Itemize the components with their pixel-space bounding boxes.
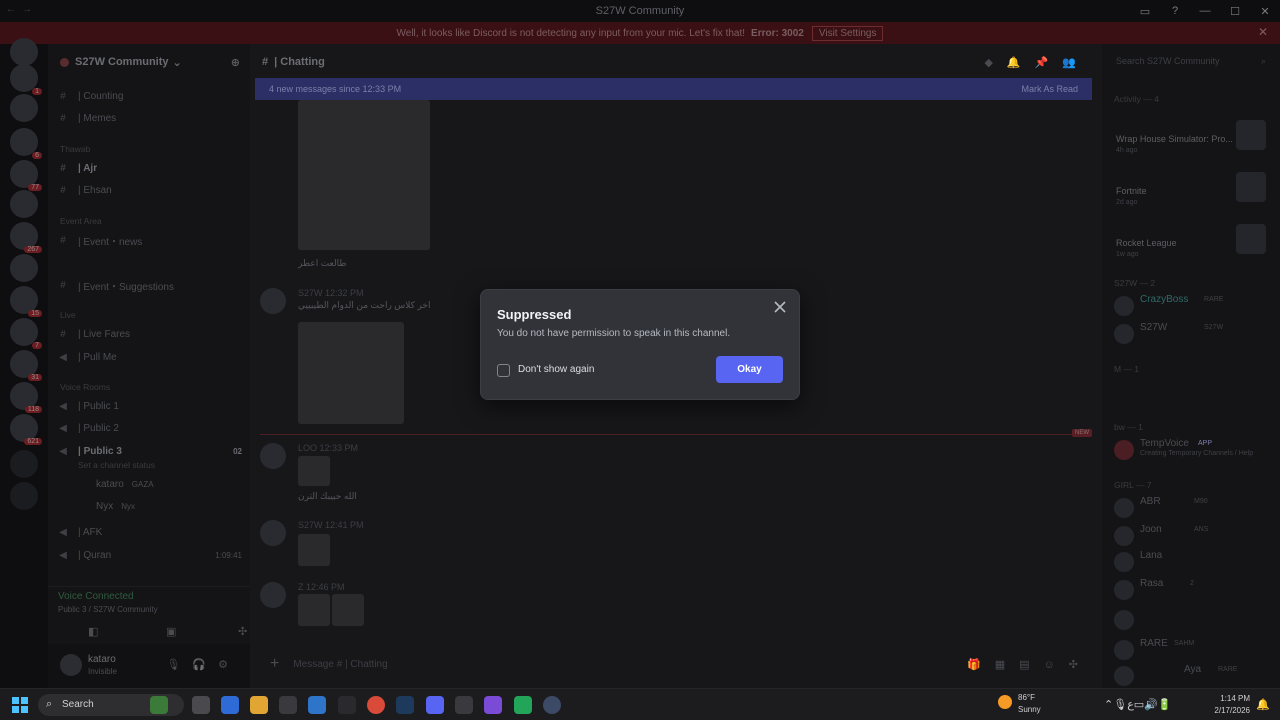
file-explorer-icon[interactable] <box>250 696 268 714</box>
notification-icon[interactable]: 🔔 <box>1256 698 1270 711</box>
system-tray[interactable]: ⌃🎙ع▭🔊🔋 <box>1104 698 1172 711</box>
store-icon[interactable] <box>279 696 297 714</box>
settings-icon[interactable] <box>338 696 356 714</box>
widget-icon[interactable] <box>150 696 168 714</box>
discord-window: ←→ S27W Community ▭ ? — ☐ ✕ Well, it loo… <box>0 0 1280 688</box>
clock[interactable]: 1:14 PM 2/17/2026 <box>1214 693 1250 717</box>
chrome-icon[interactable] <box>367 696 385 714</box>
okay-button[interactable]: Okay <box>716 356 783 383</box>
dont-show-again-label[interactable]: Don't show again <box>518 364 594 375</box>
app-icon[interactable] <box>455 696 473 714</box>
discord-icon[interactable] <box>426 696 444 714</box>
app-icon[interactable] <box>514 696 532 714</box>
game-icon[interactable] <box>484 696 502 714</box>
search-icon: ⌕ <box>46 698 53 710</box>
dialog-title: Suppressed <box>497 307 572 322</box>
copilot-icon[interactable] <box>221 696 239 714</box>
mail-icon[interactable] <box>308 696 326 714</box>
close-icon[interactable] <box>773 300 787 314</box>
start-icon[interactable] <box>12 697 28 713</box>
sun-icon <box>998 695 1012 709</box>
task-view-icon[interactable] <box>192 696 210 714</box>
suppressed-dialog: Suppressed You do not have permission to… <box>480 289 800 400</box>
dialog-description: You do not have permission to speak in t… <box>497 328 731 339</box>
app-icon[interactable] <box>543 696 561 714</box>
windows-taskbar: ⌕ Search 86°F Sunny ⌃🎙ع▭🔊🔋 1:14 PM 2/17/… <box>0 688 1280 720</box>
steam-icon[interactable] <box>396 696 414 714</box>
dont-show-again-checkbox[interactable] <box>497 364 510 377</box>
